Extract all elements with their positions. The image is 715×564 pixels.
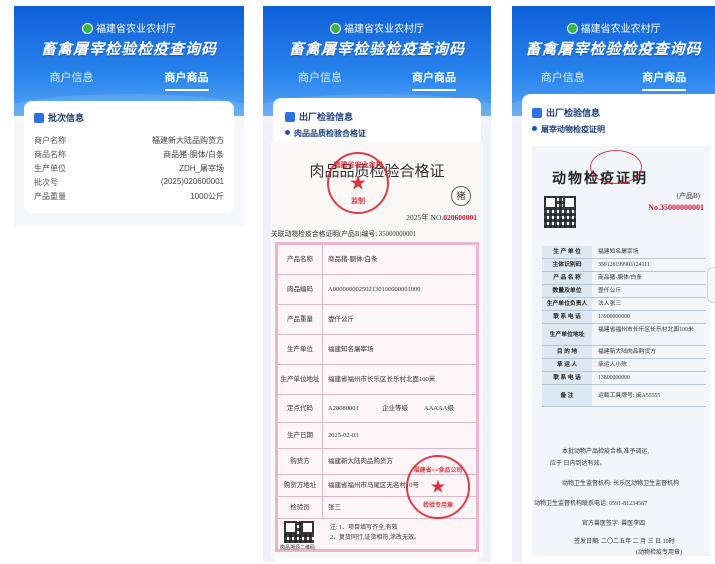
star-icon: ★ (429, 476, 447, 497)
animal-cert-sub: (产品B) (676, 192, 700, 200)
tab-merchant-goods[interactable]: 商户商品 (164, 69, 209, 91)
tab-merchant-info[interactable]: 商户信息 (541, 69, 585, 91)
inspection-icon (285, 112, 295, 122)
cert-note-line1: 本批动物产品检疫合格,准予调运, (562, 449, 650, 455)
cert-notes: 注: 1、项目填写齐全,有效 2、复货同行,证货相符,涂改无效。 (330, 525, 421, 541)
tab-bar: 商户信息 商户商品 (512, 69, 715, 91)
info-row: 批次号 (2025)020600001 (34, 177, 224, 187)
table-row: 主体识别码 350128199903124111 (542, 259, 706, 272)
table-row: 产品重量 壹仟公斤 (278, 305, 476, 335)
official-stamp: 福建省农业农村 ★ 监制 (327, 152, 389, 214)
org-label: 福建省农业农村厅 (96, 24, 176, 35)
inspection-stamp: 福建省××食品公司 ★ 检验专用章 (406, 455, 470, 519)
tab-bar: 商户信息 商户商品 (263, 69, 491, 91)
meat-cert-number: 2025年 NO.020600001 (406, 213, 477, 222)
tab-merchant-goods[interactable]: 商户商品 (412, 69, 456, 91)
table-row: 生产单位地址 福建省福州市长乐区长乐村北面100米 (542, 324, 706, 346)
certificate-card: 出厂检验信息 肉品品质检验合格证 肉品品质检验合格证 猪 2025年 NO.02… (271, 98, 483, 562)
table-row: 目 的 地福建新大陆肉品购货方 (542, 346, 706, 359)
cert-qr-code[interactable] (544, 196, 576, 228)
org-logo-icon (330, 23, 341, 34)
batch-icon (34, 113, 44, 123)
panel-meat-certificate: 福建省农业农村厅 畜禽屠宰检验检疫查询码 商户信息 商户商品 出厂检验信息 肉品… (263, 6, 491, 562)
tab-merchant-goods[interactable]: 商户商品 (642, 69, 687, 91)
page-title: 畜禽屠宰检验检疫查询码 (288, 41, 465, 58)
batch-info-heading: 批次信息 (34, 111, 84, 124)
panel-merchant-goods: 福建省农业农村厅 畜禽屠宰检验检疫查询码 商户信息 商户商品 批次信息 商户名称… (14, 6, 244, 226)
factory-inspection-heading: 出厂检验信息 (532, 106, 600, 119)
animal-cert-label[interactable]: 屠宰动物检疫证明 (532, 124, 605, 135)
tab-bar: 商户信息 商户商品 (14, 69, 244, 91)
panel-animal-certificate: 福建省农业农村厅 畜禽屠宰检验检疫查询码 商户信息 商户商品 出厂检验信息 屠宰… (512, 6, 715, 562)
info-row: 商户名称 福建新大陆品购货方 (34, 136, 224, 145)
page-title: 畜禽屠宰检验检疫查询码 (40, 41, 217, 58)
supervision-agency: 动物卫生监督机构: 长乐区动物卫生监督机构 (562, 481, 680, 487)
animal-certificate-image: 动物检疫证明 (产品B) No.35000000001 生 产 单 位福建知名屠… (532, 146, 710, 556)
certificate-card: 出厂检验信息 屠宰动物检疫证明 动物检疫证明 (产品B) No.35000000… (522, 94, 715, 562)
vet-signature: 官方兽医签字: 兽医李四 (582, 521, 646, 527)
info-row: 产品重量 1000公斤 (34, 192, 224, 201)
table-row: 生产单位 福建知名屠宰场 (278, 335, 476, 365)
bullet-icon (532, 126, 537, 131)
related-cert-number: 关联动物检疫合格证明(产品B)编号: 35000000001 (271, 231, 417, 238)
table-row: 产品名称 商品猪-胴体/白条 (278, 245, 476, 275)
agency-phone: 动物卫生监督机构联系电话: 0591-81234567 (534, 501, 648, 507)
table-row: 生产单位负责人 法人张三 (542, 298, 706, 311)
inspection-icon (532, 108, 542, 118)
table-row: 生产日期 2025-02-03 (278, 423, 476, 449)
table-row: 生 产 单 位福建知名屠宰场 (542, 246, 706, 259)
org-logo-icon (82, 23, 93, 34)
header-banner: 福建省农业农村厅 畜禽屠宰检验检疫查询码 商户信息 商户商品 (14, 6, 244, 134)
info-row: 商品名称 商品猪-胴体/白条 (34, 150, 224, 159)
stamp-note: (动物检疫专用章) (636, 550, 682, 556)
table-row: 联 系 电 话 13900000000 (542, 311, 706, 324)
page-title: 畜禽屠宰检验检疫查询码 (525, 41, 702, 58)
meat-cert-label[interactable]: 肉品品质检验合格证 (285, 128, 366, 139)
table-row: 定点代码 A28080001 企业等级 AAAAA级 (278, 395, 476, 423)
info-row: 生产单位 ZDH_屠宰场 (34, 164, 224, 173)
table-row: 承 运 人承运人小陈 (542, 359, 706, 372)
issue-date: 签发日期: 二〇二五年 二 月 三 日 10时 (574, 539, 675, 545)
animal-cert-table: 生 产 单 位福建知名屠宰场 主体识别码 350128199903124111 产… (542, 246, 706, 407)
table-row: 数量及单位 壹仟公斤 (542, 285, 706, 298)
animal-cert-number: No.35000000001 (648, 203, 704, 212)
table-row: 联 系 电 话 13800000000 (542, 372, 706, 385)
pig-mark: 猪 (451, 186, 471, 206)
table-row: 备 注运载工具牌号: 闽A55555 (542, 385, 706, 407)
star-icon: ★ (349, 172, 367, 195)
table-row: 产 品 名 称商品猪-胴体/白条 (542, 272, 706, 285)
qr-caption: 肉品溯源二维码 (280, 546, 316, 551)
meat-cert-table: 产品名称 商品猪-胴体/白条 肉品编码 A000000002502130100000… (275, 242, 479, 552)
org-name: 福建省农业农村厅 (512, 20, 715, 35)
org-logo-icon (566, 23, 578, 34)
table-row: 肉品编码 A000000002502130100000001000 (278, 275, 476, 305)
factory-inspection-heading: 出厂检验信息 (285, 110, 353, 123)
traceability-qr-code[interactable] (284, 521, 314, 543)
org-name: 福建省农业农村厅 (263, 20, 491, 35)
table-row: 生产单位地址 福建省福州市长乐区长乐村北面100米 (278, 365, 476, 395)
side-handle[interactable] (707, 267, 715, 303)
tab-merchant-info[interactable]: 商户信息 (50, 69, 94, 91)
bullet-icon (285, 130, 290, 135)
meat-certificate-image: 肉品品质检验合格证 猪 2025年 NO.020600001 关联动物检疫合格证… (271, 142, 483, 558)
batch-info-card: 批次信息 商户名称 福建新大陆品购货方 商品名称 商品猪-胴体/白条 生产单位 ZDH… (24, 101, 234, 213)
cert-note-line2: 应于 日内到达有效。 (550, 461, 606, 467)
org-name: 福建省农业农村厅 (14, 20, 244, 35)
tab-merchant-info[interactable]: 商户信息 (298, 69, 342, 91)
cert-stamp (590, 150, 642, 184)
